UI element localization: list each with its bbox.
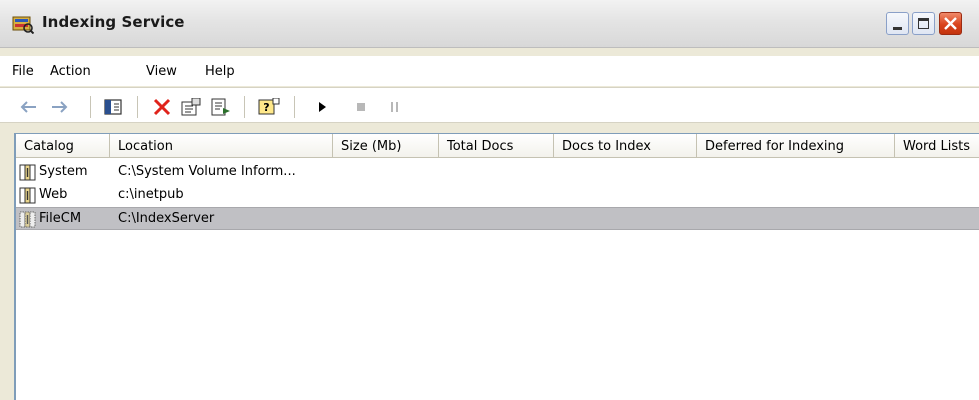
pause-service-icon[interactable]	[386, 98, 404, 116]
properties-icon[interactable]	[180, 98, 202, 116]
catalog-icon	[19, 164, 36, 181]
column-header-size[interactable]: Size (Mb)	[333, 134, 439, 158]
toolbar-separator	[137, 96, 138, 118]
catalog-icon	[19, 211, 36, 228]
help-icon[interactable]: ?	[258, 98, 280, 116]
maximize-button[interactable]	[912, 12, 935, 35]
list-item-selected[interactable]: FileCM C:\IndexServer	[16, 207, 979, 230]
close-icon	[944, 17, 957, 30]
indexing-service-icon	[12, 16, 34, 34]
catalog-icon	[19, 187, 36, 204]
menu-action[interactable]: Action	[50, 64, 91, 79]
menu-file[interactable]: File	[12, 64, 34, 79]
column-header-label: Size (Mb)	[341, 139, 402, 154]
forward-arrow-icon[interactable]	[50, 98, 70, 116]
window-title: Indexing Service	[42, 13, 185, 31]
title-bar[interactable]: Indexing Service	[0, 0, 979, 48]
indexing-service-window: Indexing Service File Action View Help ?…	[0, 0, 979, 400]
catalog-name: System	[39, 164, 88, 179]
column-header-docs-to-index[interactable]: Docs to Index	[554, 134, 697, 158]
catalog-name: FileCM	[39, 211, 82, 226]
toolbar: ?	[0, 87, 979, 123]
minimize-icon	[893, 27, 902, 30]
catalog-location: C:\IndexServer	[118, 211, 215, 226]
close-button[interactable]	[939, 12, 962, 35]
delete-icon[interactable]	[152, 98, 172, 116]
catalog-name: Web	[39, 187, 68, 202]
toolbar-separator	[294, 96, 295, 118]
column-header-deferred[interactable]: Deferred for Indexing	[697, 134, 895, 158]
menu-file-label: File	[12, 64, 34, 79]
list-header: Catalog Location Size (Mb) Total Docs Do…	[16, 134, 979, 158]
catalog-list[interactable]: Catalog Location Size (Mb) Total Docs Do…	[14, 133, 979, 400]
maximize-icon	[918, 18, 929, 29]
back-arrow-icon[interactable]	[18, 98, 38, 116]
column-header-catalog[interactable]: Catalog	[16, 134, 110, 158]
column-header-location[interactable]: Location	[110, 134, 333, 158]
menu-help-label: Help	[205, 64, 235, 79]
toolbar-separator	[90, 96, 91, 118]
menu-view[interactable]: View	[146, 64, 177, 79]
column-header-label: Location	[118, 139, 173, 154]
toolbar-separator	[244, 96, 245, 118]
svg-text:?: ?	[263, 101, 269, 114]
start-service-icon[interactable]	[314, 98, 332, 116]
menu-bar: File Action View Help	[0, 56, 979, 86]
export-list-icon[interactable]	[210, 98, 232, 116]
column-header-label: Total Docs	[447, 139, 514, 154]
stop-service-icon[interactable]	[352, 98, 370, 116]
minimize-button[interactable]	[886, 12, 909, 35]
column-header-word-lists[interactable]: Word Lists	[895, 134, 979, 158]
list-item[interactable]: Web c:\inetpub	[16, 184, 979, 207]
catalog-location: C:\System Volume Inform...	[118, 164, 296, 179]
menu-action-label: Action	[50, 64, 91, 79]
column-header-label: Deferred for Indexing	[705, 139, 845, 154]
menu-view-label: View	[146, 64, 177, 79]
column-header-label: Catalog	[24, 139, 74, 154]
show-hide-console-tree-icon[interactable]	[103, 98, 123, 116]
column-header-label: Docs to Index	[562, 139, 651, 154]
menu-help[interactable]: Help	[205, 64, 235, 79]
column-header-label: Word Lists	[903, 139, 971, 154]
list-item[interactable]: System C:\System Volume Inform...	[16, 161, 979, 184]
column-header-total-docs[interactable]: Total Docs	[439, 134, 554, 158]
catalog-location: c:\inetpub	[118, 187, 184, 202]
